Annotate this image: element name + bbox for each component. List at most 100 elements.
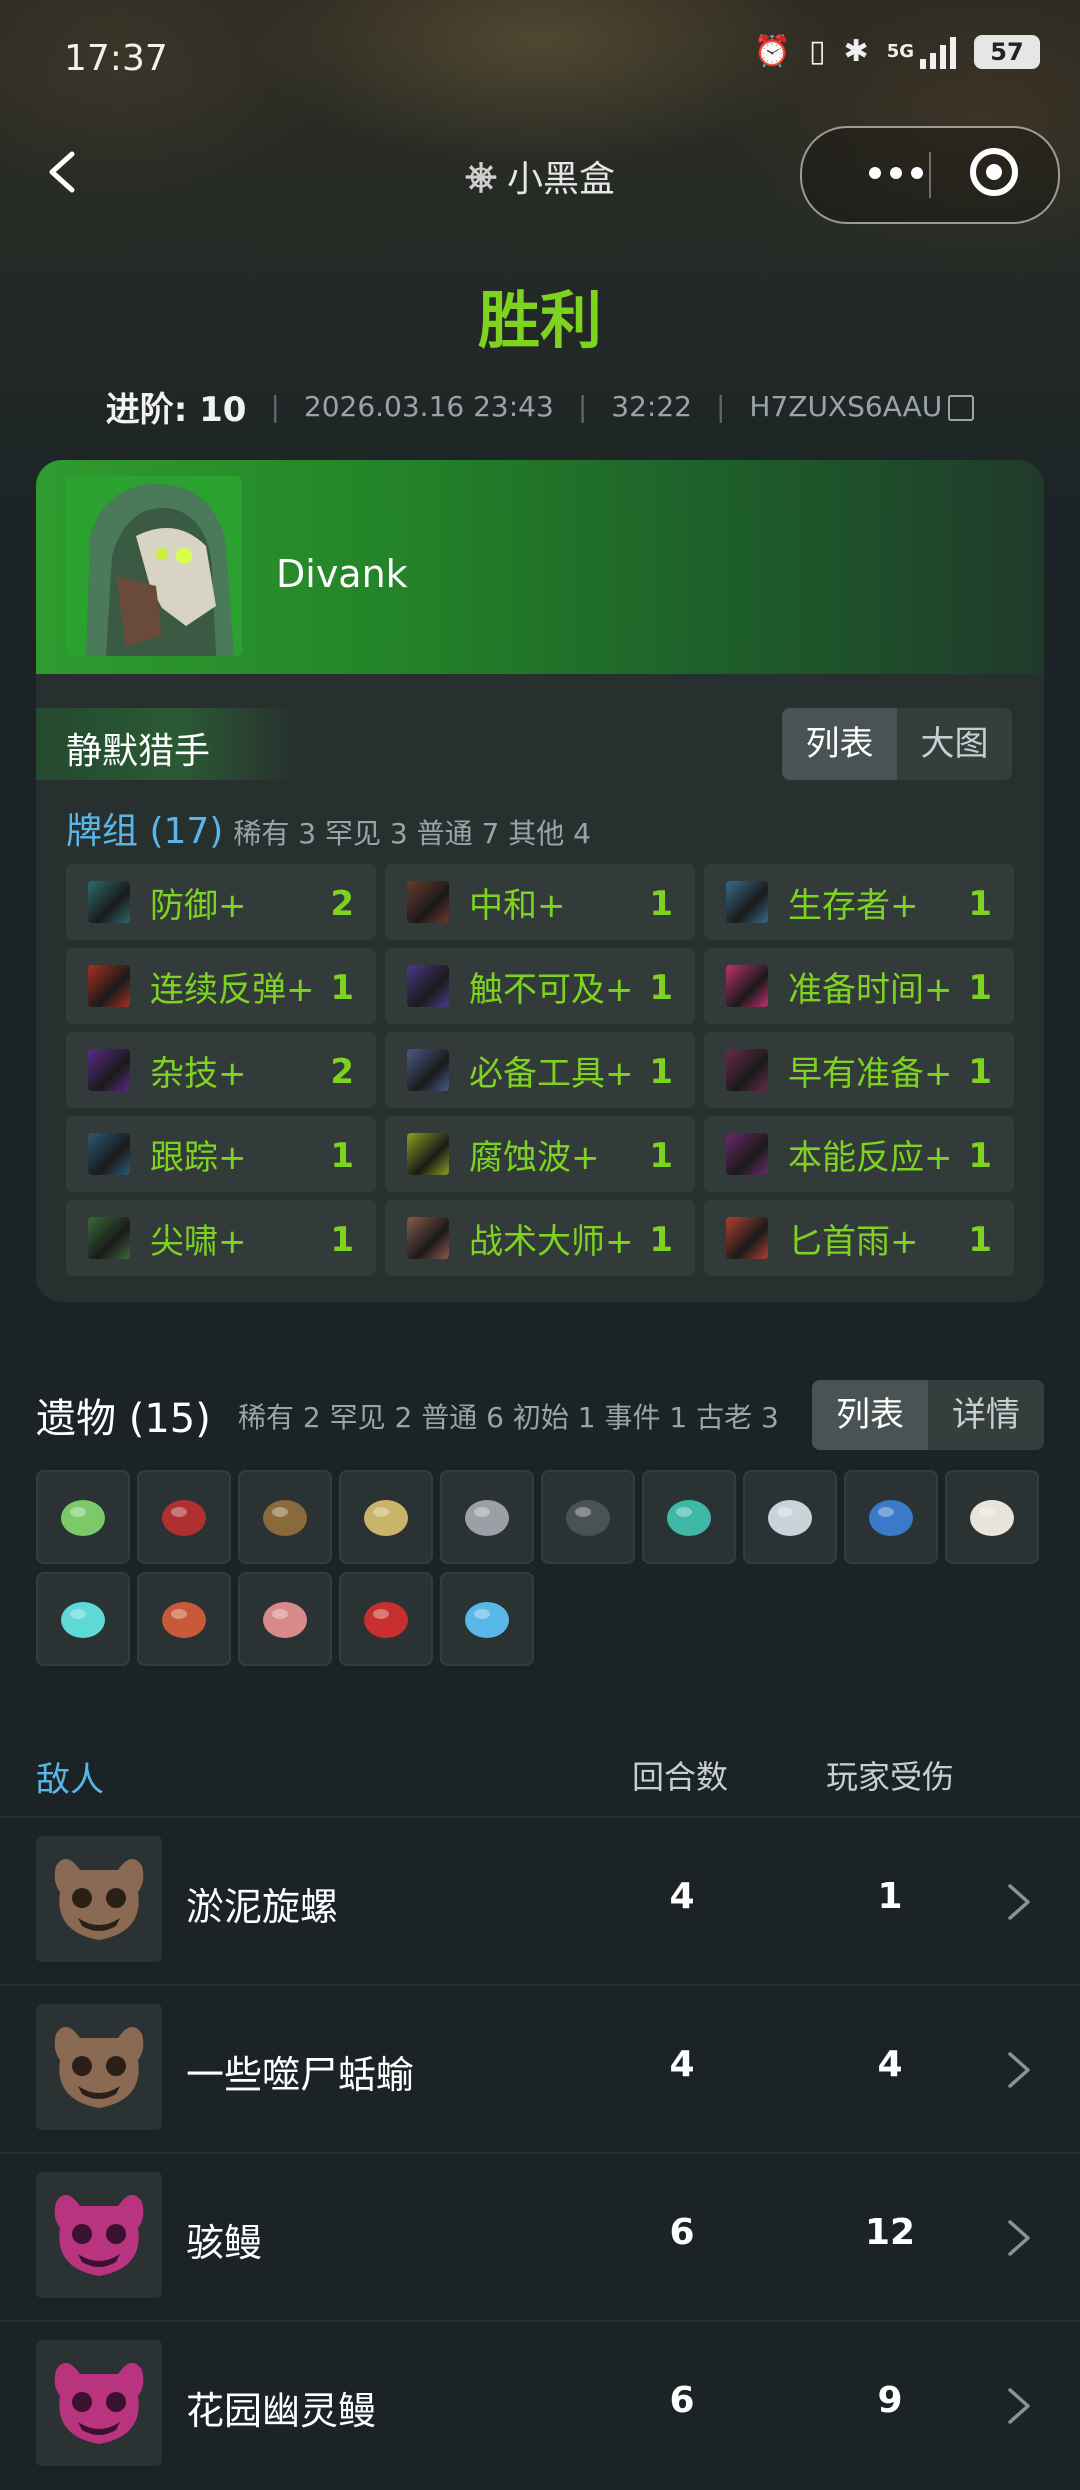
relic-item[interactable] xyxy=(238,1572,332,1666)
card-item[interactable]: 中和+ 1 xyxy=(385,864,695,940)
card-item[interactable]: 匕首雨+ 1 xyxy=(704,1200,1014,1276)
player-banner: Divank xyxy=(36,460,1044,674)
chevron-right-icon[interactable] xyxy=(1006,2218,1032,2258)
seed-value: H7ZUXS6AAU xyxy=(749,390,943,423)
card-art-icon xyxy=(407,881,449,923)
newtons-cradle-icon xyxy=(364,1500,408,1536)
relic-item[interactable] xyxy=(945,1470,1039,1564)
relic-item[interactable] xyxy=(36,1572,130,1666)
relic-item[interactable] xyxy=(440,1572,534,1666)
elite-enemy-icon xyxy=(36,2340,162,2466)
card-name: 本能反应+ xyxy=(788,1138,953,1178)
enemy-row[interactable]: 一些噬尸蛞蝓 4 4 xyxy=(0,1984,1080,2154)
card-item[interactable]: 生存者+ 1 xyxy=(704,864,1014,940)
relic-item[interactable] xyxy=(440,1470,534,1564)
bluetooth-icon: ✱ xyxy=(843,34,869,69)
card-item[interactable]: 本能反应+ 1 xyxy=(704,1116,1014,1192)
card-name: 连续反弹+ xyxy=(150,970,315,1010)
card-art-icon xyxy=(88,965,130,1007)
relic-view-toggle: 列表 详情 xyxy=(812,1380,1044,1450)
more-menu-button[interactable] xyxy=(836,148,956,198)
potion-icon xyxy=(364,1602,408,1638)
tab-list[interactable]: 列表 xyxy=(812,1380,928,1450)
enemy-row[interactable]: 淤泥旋螺 4 1 xyxy=(0,1816,1080,1986)
enemy-name: 花园幽灵鳗 xyxy=(186,2389,377,2433)
chevron-right-icon[interactable] xyxy=(1006,2050,1032,2090)
relic-item[interactable] xyxy=(844,1470,938,1564)
enemy-damage: 9 xyxy=(877,2380,903,2421)
card-art-icon xyxy=(407,965,449,1007)
card-item[interactable]: 跟踪+ 1 xyxy=(66,1116,376,1192)
card-item[interactable]: 腐蚀波+ 1 xyxy=(385,1116,695,1192)
card-art-icon xyxy=(407,1049,449,1091)
meta-divider: | xyxy=(577,390,588,423)
copy-icon[interactable] xyxy=(948,395,975,421)
relic-item[interactable] xyxy=(137,1470,231,1564)
meta-divider: | xyxy=(715,390,726,423)
card-quantity: 1 xyxy=(649,884,673,924)
relic-item[interactable] xyxy=(339,1470,433,1564)
relic-item[interactable] xyxy=(642,1470,736,1564)
enemy-name: 淤泥旋螺 xyxy=(186,1885,339,1929)
card-art-icon xyxy=(726,1217,768,1259)
card-item[interactable]: 战术大师+ 1 xyxy=(385,1200,695,1276)
character-title: 静默猎手 xyxy=(66,731,211,772)
deck-view-toggle: 列表 大图 xyxy=(782,708,1012,780)
card-item[interactable]: 防御+ 2 xyxy=(66,864,376,940)
skull-icon xyxy=(970,1500,1014,1536)
deck-card: Divank 静默猎手 列表 大图 牌组 (17) 稀有 3 罕见 3 普通 7… xyxy=(36,460,1044,1302)
card-item[interactable]: 尖啸+ 1 xyxy=(66,1200,376,1276)
result-title: 胜利 xyxy=(477,284,602,357)
card-item[interactable]: 必备工具+ 1 xyxy=(385,1032,695,1108)
brand-name: 小黑盒 xyxy=(506,159,615,200)
card-name: 必备工具+ xyxy=(469,1054,634,1094)
card-quantity: 1 xyxy=(968,1052,992,1092)
tab-large-image[interactable]: 大图 xyxy=(897,708,1012,780)
enemy-turns: 4 xyxy=(669,2044,695,2085)
relic-item[interactable] xyxy=(137,1572,231,1666)
seed-copy[interactable]: H7ZUXS6AAU xyxy=(749,390,975,423)
normal-enemy-icon xyxy=(36,1836,162,1962)
card-item[interactable]: 准备时间+ 1 xyxy=(704,948,1014,1024)
card-item[interactable]: 触不可及+ 1 xyxy=(385,948,695,1024)
close-mini-program-button[interactable] xyxy=(970,148,1018,196)
card-item[interactable]: 杂技+ 2 xyxy=(66,1032,376,1108)
enemy-damage: 12 xyxy=(864,2212,916,2253)
card-item[interactable]: 连续反弹+ 1 xyxy=(66,948,376,1024)
relics-rarity-summary: 稀有 2 罕见 2 普通 6 初始 1 事件 1 古老 3 xyxy=(238,1401,779,1434)
scissors-icon xyxy=(162,1500,206,1536)
card-item[interactable]: 早有准备+ 1 xyxy=(704,1032,1014,1108)
enemies-header-label: 敌人 xyxy=(36,1760,104,1800)
card-art-icon xyxy=(88,1217,130,1259)
kunai-icon xyxy=(465,1500,509,1536)
card-name: 防御+ xyxy=(150,886,247,926)
enemy-row[interactable]: 花园幽灵鳗 6 9 xyxy=(0,2320,1080,2490)
tab-details[interactable]: 详情 xyxy=(928,1380,1044,1450)
enemy-row[interactable]: 骇鳗 6 12 xyxy=(0,2152,1080,2322)
ascension-level: 进阶: 10 xyxy=(105,390,247,430)
coin-pouch-icon xyxy=(263,1500,307,1536)
deck-count: 牌组 (17) xyxy=(66,811,224,852)
character-portrait xyxy=(66,476,242,656)
relic-item[interactable] xyxy=(541,1470,635,1564)
gem-icon xyxy=(61,1602,105,1638)
chevron-right-icon[interactable] xyxy=(1006,2386,1032,2426)
card-name: 准备时间+ xyxy=(788,970,953,1010)
card-art-icon xyxy=(407,1217,449,1259)
card-art-icon xyxy=(726,881,768,923)
relic-item[interactable] xyxy=(238,1470,332,1564)
relic-item[interactable] xyxy=(743,1470,837,1564)
card-art-icon xyxy=(407,1133,449,1175)
relic-item[interactable] xyxy=(339,1572,433,1666)
tab-list[interactable]: 列表 xyxy=(782,708,897,780)
run-meta: 进阶: 10 | 2026.03.16 23:43 | 32:22 | H7ZU… xyxy=(0,382,1080,431)
card-name: 腐蚀波+ xyxy=(469,1138,600,1178)
card-quantity: 1 xyxy=(330,968,354,1008)
chevron-right-icon[interactable] xyxy=(1006,1882,1032,1922)
card-name: 生存者+ xyxy=(788,886,919,926)
card-name: 匕首雨+ xyxy=(788,1222,919,1262)
deck-rarity-summary: 稀有 3 罕见 3 普通 7 其他 4 xyxy=(233,817,591,850)
relic-item[interactable] xyxy=(36,1470,130,1564)
enemy-turns: 6 xyxy=(669,2380,695,2421)
card-name: 跟踪+ xyxy=(150,1138,247,1178)
